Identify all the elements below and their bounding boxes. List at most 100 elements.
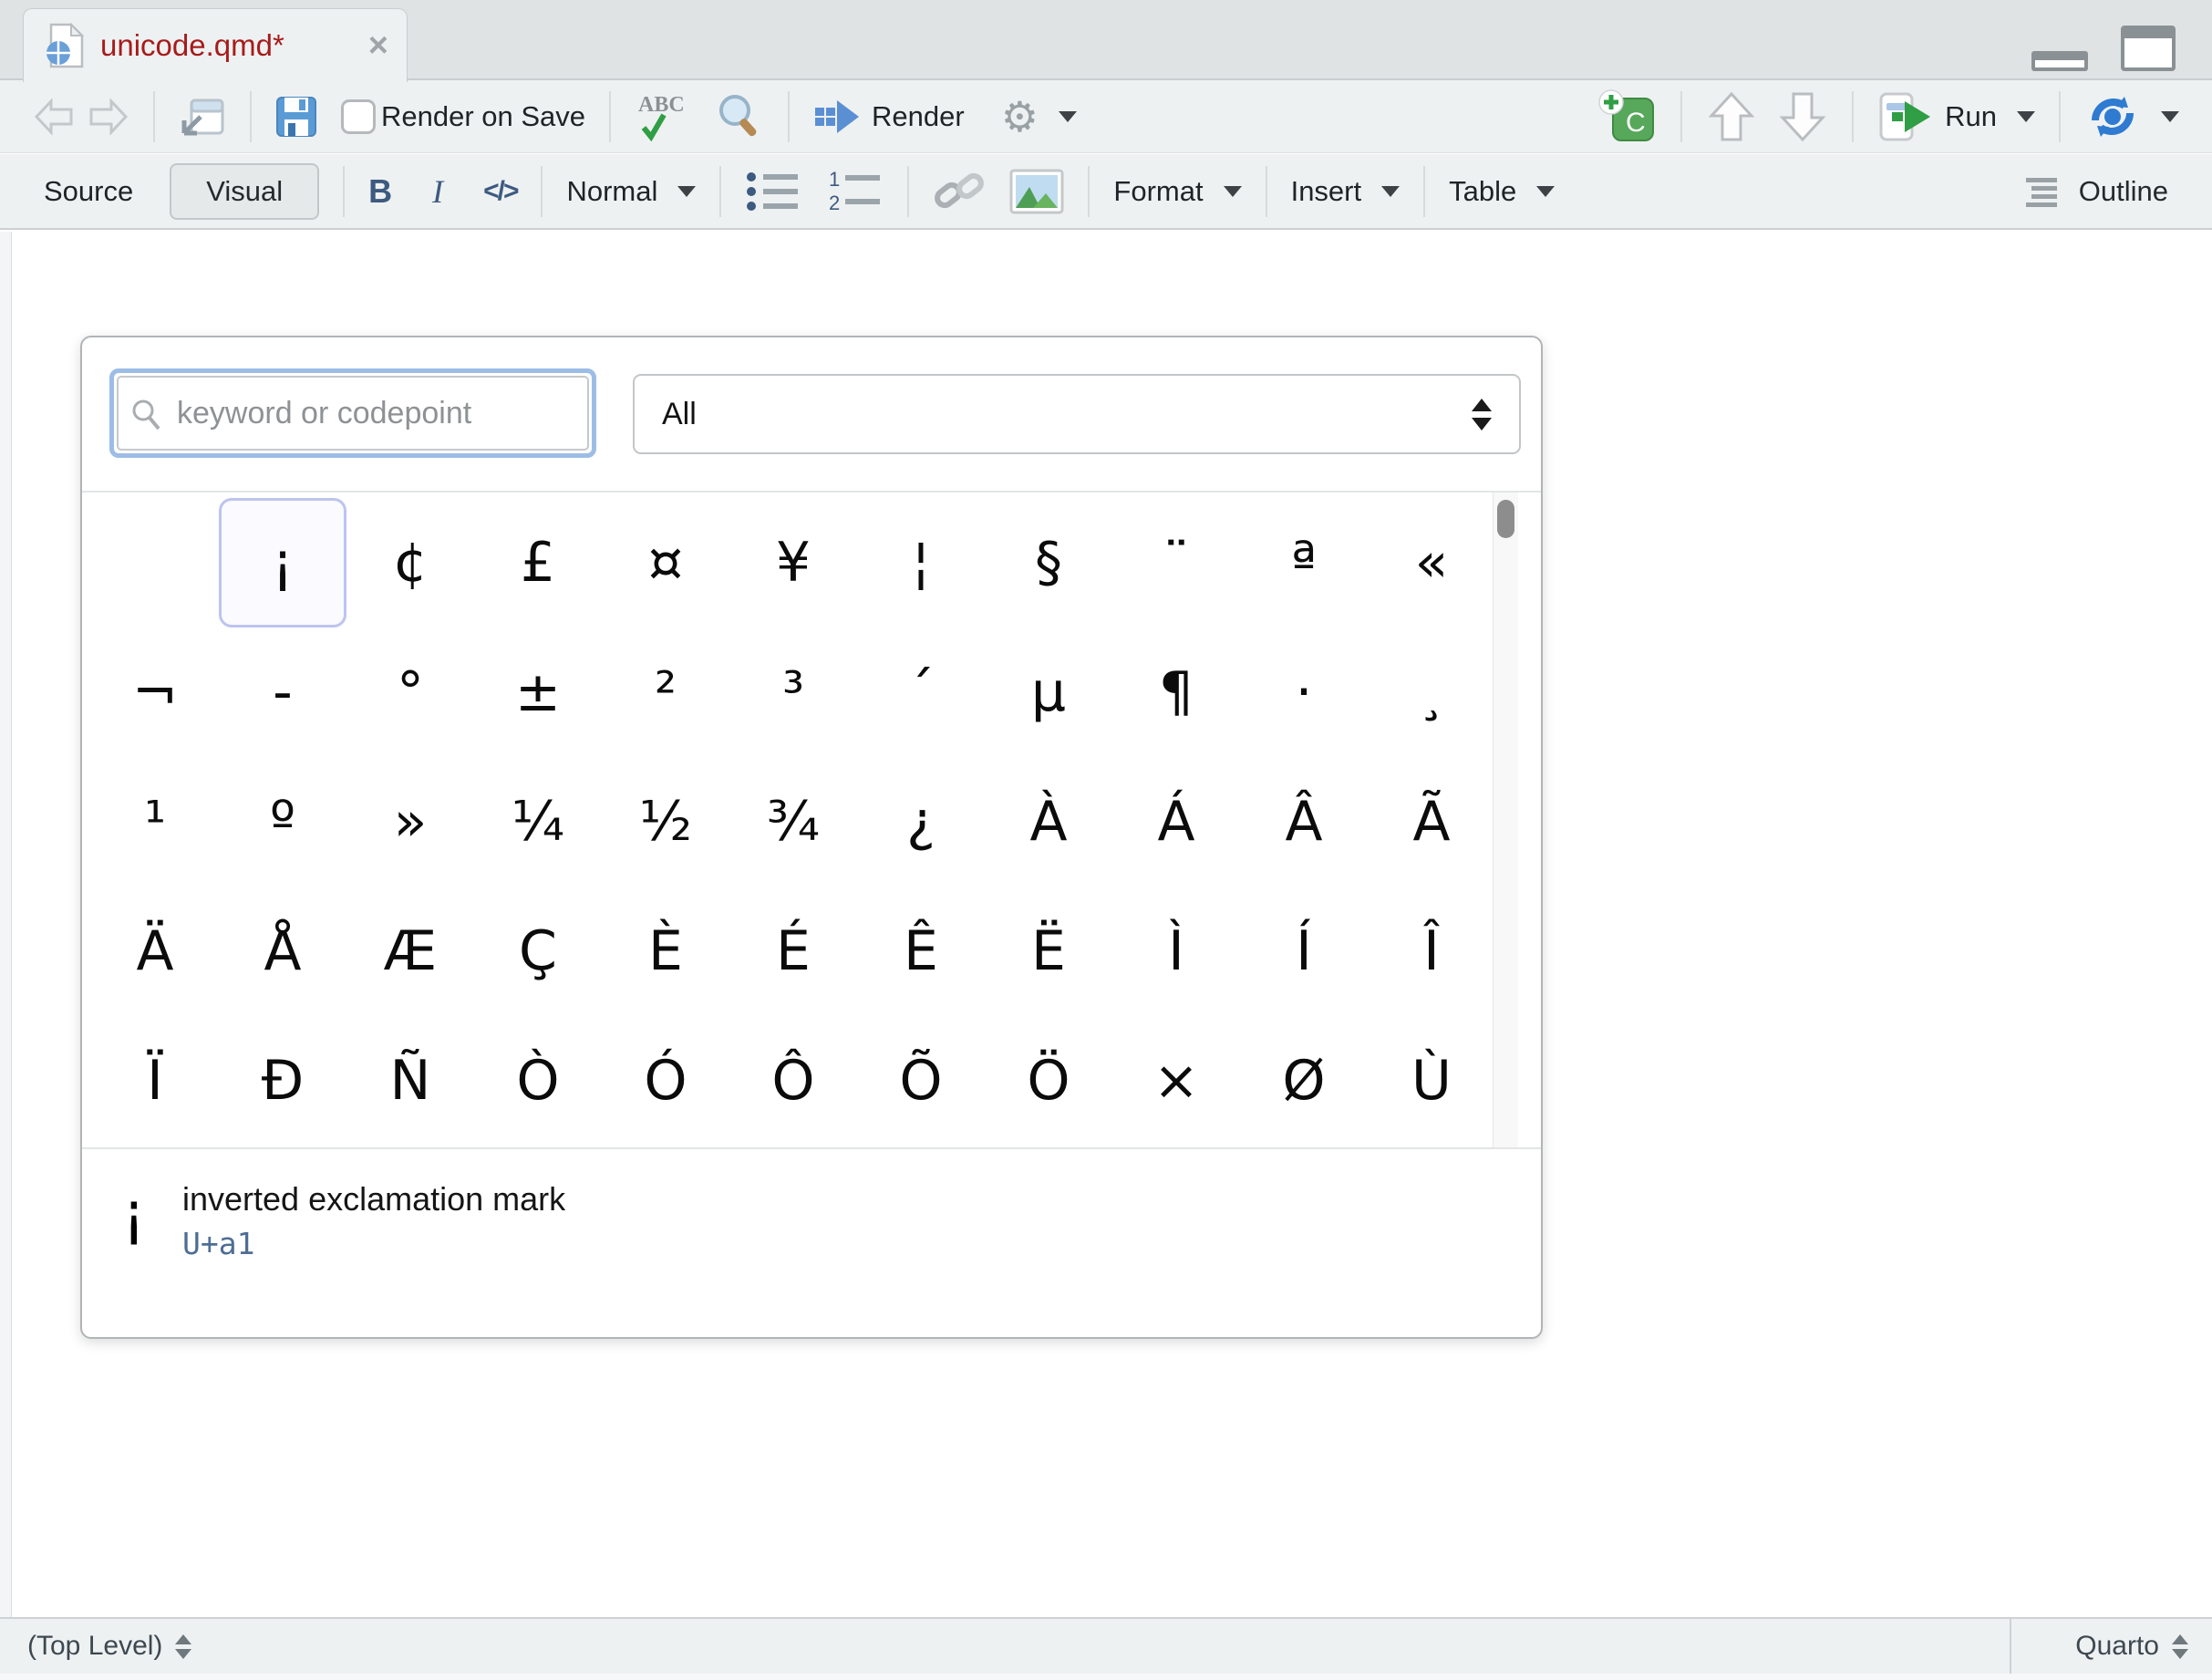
- char-cell[interactable]: °: [346, 627, 474, 757]
- char-cell[interactable]: Ê: [857, 887, 985, 1016]
- char-cell[interactable]: È: [602, 887, 729, 1016]
- table-menu[interactable]: Table: [1449, 175, 1555, 208]
- minimize-pane-icon[interactable]: [2031, 51, 2088, 71]
- render-on-save-checkbox[interactable]: [341, 99, 376, 134]
- char-cell[interactable]: £: [474, 498, 602, 627]
- char-cell[interactable]: Ø: [1240, 1016, 1368, 1146]
- char-cell[interactable]: Ö: [985, 1016, 1112, 1146]
- inline-code-button[interactable]: </>: [483, 176, 517, 207]
- chevron-down-icon: [2017, 111, 2035, 122]
- jump-down-button[interactable]: [1777, 90, 1828, 143]
- char-cell[interactable]: ·: [1240, 627, 1368, 757]
- find-replace-button[interactable]: [715, 92, 764, 141]
- image-button[interactable]: [1009, 169, 1064, 214]
- grid-scrollbar-thumb[interactable]: [1497, 500, 1514, 538]
- char-cell[interactable]: ¤: [602, 498, 729, 627]
- source-tools-button[interactable]: [2084, 93, 2179, 140]
- paragraph-style-dropdown[interactable]: Normal: [566, 175, 696, 208]
- char-cell[interactable]: ×: [1112, 1016, 1240, 1146]
- insert-menu[interactable]: Insert: [1291, 175, 1401, 208]
- char-cell[interactable]: µ: [985, 627, 1112, 757]
- visual-editor-surface[interactable]: All ¡¢£¤¥¦§¨ª« ¬‑°±²³´µ¶·¸ ¹º»¼½¾¿ÀÁÂÃ ÄÅÆÇ…: [0, 232, 2212, 1617]
- char-cell[interactable]: ¶: [1112, 627, 1240, 757]
- document-tab[interactable]: unicode.qmd* ×: [23, 8, 408, 82]
- char-cell[interactable]: «: [1368, 498, 1495, 627]
- outline-toggle-button[interactable]: Outline: [2026, 175, 2168, 208]
- char-cell[interactable]: Ò: [474, 1016, 602, 1146]
- char-cell[interactable]: Ó: [602, 1016, 729, 1146]
- char-cell[interactable]: »: [346, 757, 474, 887]
- char-cell[interactable]: Ç: [474, 887, 602, 1016]
- numbered-list-button[interactable]: 1 2: [827, 168, 884, 215]
- render-icon: [813, 97, 861, 137]
- char-cell[interactable]: Ì: [1112, 887, 1240, 1016]
- link-button[interactable]: [933, 168, 986, 215]
- char-cell[interactable]: Á: [1112, 757, 1240, 887]
- char-cell[interactable]: Î: [1368, 887, 1495, 1016]
- paragraph-style-value: Normal: [566, 175, 657, 208]
- spellcheck-button[interactable]: ABC: [635, 91, 693, 142]
- char-cell[interactable]: ³: [729, 627, 857, 757]
- char-cell[interactable]: ¸: [1368, 627, 1495, 757]
- run-icon: [1877, 92, 1934, 141]
- bold-button[interactable]: B: [368, 172, 392, 211]
- char-cell[interactable]: Ô: [729, 1016, 857, 1146]
- char-cell[interactable]: §: [985, 498, 1112, 627]
- source-mode-button[interactable]: Source: [44, 175, 133, 208]
- italic-button[interactable]: I: [432, 172, 443, 211]
- char-cell[interactable]: Ä: [91, 887, 219, 1016]
- scope-selector[interactable]: (Top Level): [0, 1631, 191, 1662]
- jump-up-button[interactable]: [1706, 90, 1757, 143]
- save-button[interactable]: [275, 96, 317, 138]
- char-cell[interactable]: ¦: [857, 498, 985, 627]
- char-cell[interactable]: ¨: [1112, 498, 1240, 627]
- char-cell[interactable]: Í: [1240, 887, 1368, 1016]
- char-cell[interactable]: ´: [857, 627, 985, 757]
- unicode-search-input[interactable]: [117, 376, 589, 451]
- char-cell[interactable]: À: [985, 757, 1112, 887]
- tab-close-icon[interactable]: ×: [368, 28, 388, 63]
- char-cell[interactable]: Ù: [1368, 1016, 1495, 1146]
- bullet-list-button[interactable]: [745, 170, 801, 213]
- char-cell[interactable]: ª: [1240, 498, 1368, 627]
- maximize-pane-icon[interactable]: [2121, 26, 2176, 71]
- char-cell[interactable]: ¬: [91, 627, 219, 757]
- unicode-block-select[interactable]: All: [633, 374, 1521, 454]
- char-cell[interactable]: ¥: [729, 498, 857, 627]
- visual-mode-button[interactable]: Visual: [170, 163, 319, 220]
- insert-chunk-button[interactable]: C: [1597, 89, 1657, 144]
- render-options-button[interactable]: ⚙: [1001, 96, 1077, 138]
- char-cell[interactable]: Ã: [1368, 757, 1495, 887]
- char-cell[interactable]: Õ: [857, 1016, 985, 1146]
- char-cell[interactable]: [91, 498, 219, 627]
- forward-button[interactable]: [88, 98, 129, 136]
- char-cell[interactable]: ¹: [91, 757, 219, 887]
- char-cell[interactable]: Å: [219, 887, 346, 1016]
- char-cell[interactable]: ²: [602, 627, 729, 757]
- char-cell[interactable]: º: [219, 757, 346, 887]
- char-cell[interactable]: ¡: [219, 498, 346, 627]
- char-cell[interactable]: ¿: [857, 757, 985, 887]
- char-cell[interactable]: Æ: [346, 887, 474, 1016]
- char-cell[interactable]: Ð: [219, 1016, 346, 1146]
- char-cell[interactable]: Ñ: [346, 1016, 474, 1146]
- render-button[interactable]: Render: [813, 97, 965, 137]
- char-cell[interactable]: ½: [602, 757, 729, 887]
- char-cell[interactable]: Ï: [91, 1016, 219, 1146]
- run-button[interactable]: Run: [1877, 92, 2035, 141]
- doc-type-selector[interactable]: Quarto: [2010, 1619, 2212, 1674]
- char-cell[interactable]: ‑: [219, 627, 346, 757]
- popout-window-icon: [179, 95, 226, 139]
- char-cell[interactable]: É: [729, 887, 857, 1016]
- sort-arrows-icon: [2172, 1634, 2188, 1659]
- char-cell[interactable]: Â: [1240, 757, 1368, 887]
- char-cell[interactable]: ¢: [346, 498, 474, 627]
- char-cell[interactable]: ±: [474, 627, 602, 757]
- char-cell[interactable]: ¼: [474, 757, 602, 887]
- char-cell[interactable]: Ë: [985, 887, 1112, 1016]
- char-cell[interactable]: ¾: [729, 757, 857, 887]
- format-menu[interactable]: Format: [1113, 175, 1241, 208]
- back-button[interactable]: [33, 98, 75, 136]
- grid-scrollbar[interactable]: [1493, 493, 1518, 1147]
- popout-window-button[interactable]: [179, 95, 226, 139]
